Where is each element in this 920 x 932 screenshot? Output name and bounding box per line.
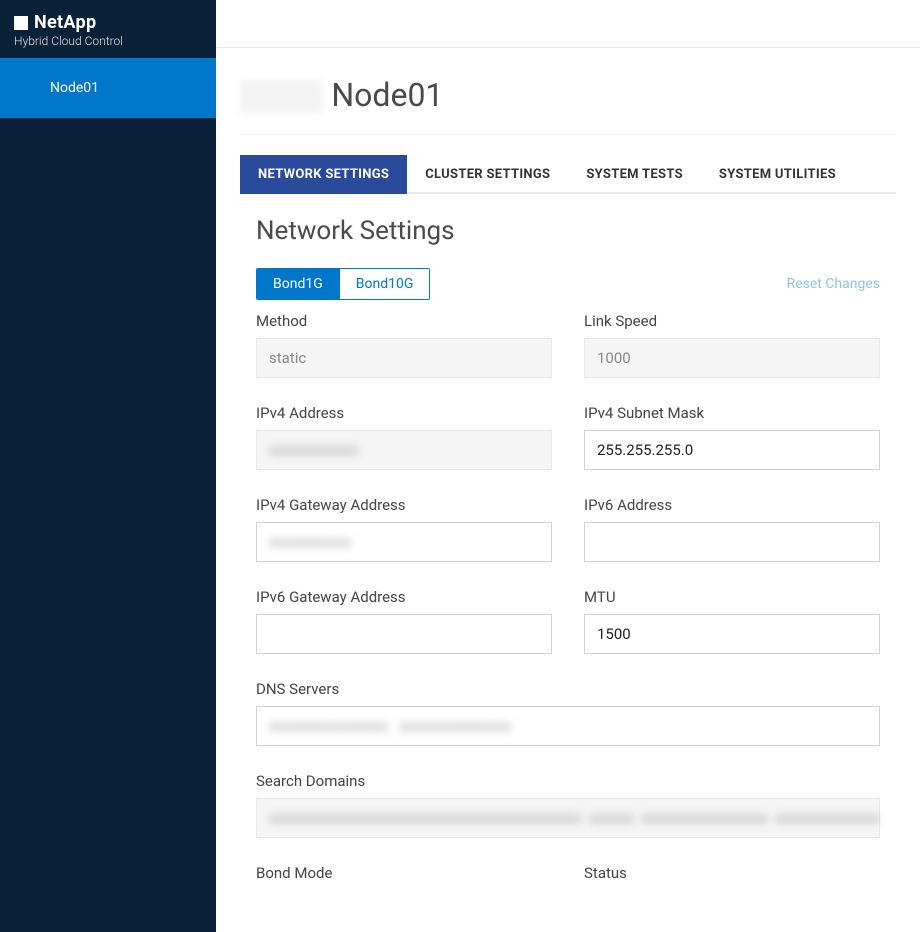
method-value: static <box>256 338 552 378</box>
field-search-domains: Search Domains xxxxxxxxxxxxxxxxxxxxxxxxx… <box>256 772 880 838</box>
page-title: Node01 <box>331 76 443 114</box>
main-content: xxxxxx Node01 NETWORK SETTINGS CLUSTER S… <box>216 0 920 932</box>
method-label: Method <box>256 312 552 330</box>
section-title: Network Settings <box>256 216 896 246</box>
reset-changes-link[interactable]: Reset Changes <box>787 276 880 292</box>
link-speed-label: Link Speed <box>584 312 880 330</box>
ipv4-subnet-label: IPv4 Subnet Mask <box>584 404 880 422</box>
field-method: Method static <box>256 312 552 378</box>
field-mtu: MTU <box>584 588 880 654</box>
ipv4-subnet-input[interactable] <box>584 430 880 470</box>
search-domains-input: xxxxxxxxxxxxxxxxxxxxxxxxxxxxxxxxxxxxxxxx… <box>256 798 880 838</box>
ipv6-gateway-label: IPv6 Gateway Address <box>256 588 552 606</box>
mtu-input[interactable] <box>584 614 880 654</box>
page-title-row: xxxxxx Node01 <box>240 76 896 135</box>
field-status: Status <box>584 864 880 890</box>
form-grid: Method static Link Speed 1000 IPv4 Addre… <box>256 312 880 890</box>
sidebar-item-label: Node01 <box>50 80 99 96</box>
mtu-label: MTU <box>584 588 880 606</box>
dns-input[interactable]: xxxxxxxxxxxxxxxx xxxxxxxxxxxxxxx <box>256 706 880 746</box>
ipv4-address-label: IPv4 Address <box>256 404 552 422</box>
tab-network-settings[interactable]: NETWORK SETTINGS <box>240 155 407 194</box>
ipv6-address-label: IPv6 Address <box>584 496 880 514</box>
field-ipv4-address: IPv4 Address xxxxxxxxxxxx <box>256 404 552 470</box>
status-label: Status <box>584 864 880 882</box>
ipv6-gateway-input[interactable] <box>256 614 552 654</box>
field-dns: DNS Servers xxxxxxxxxxxxxxxx xxxxxxxxxxx… <box>256 680 880 746</box>
brand-name: NetApp <box>34 12 96 33</box>
dns-label: DNS Servers <box>256 680 880 698</box>
field-ipv6-gateway: IPv6 Gateway Address <box>256 588 552 654</box>
subtabs-group: Bond1G Bond10G <box>256 268 430 300</box>
sidebar: NetApp Hybrid Cloud Control Node01 <box>0 0 216 932</box>
field-bond-mode: Bond Mode <box>256 864 552 890</box>
ipv4-gateway-label: IPv4 Gateway Address <box>256 496 552 514</box>
tab-system-tests[interactable]: SYSTEM TESTS <box>568 155 701 194</box>
ipv4-address-input: xxxxxxxxxxxx <box>256 430 552 470</box>
tab-cluster-settings[interactable]: CLUSTER SETTINGS <box>407 155 568 194</box>
bond-mode-label: Bond Mode <box>256 864 552 882</box>
tabs: NETWORK SETTINGS CLUSTER SETTINGS SYSTEM… <box>240 155 896 194</box>
sidebar-item-node[interactable]: Node01 <box>0 58 216 118</box>
field-link-speed: Link Speed 1000 <box>584 312 880 378</box>
page-title-prefix-redacted: xxxxxx <box>240 80 323 113</box>
field-ipv6-address: IPv6 Address <box>584 496 880 562</box>
netapp-logo-icon <box>14 16 28 30</box>
top-strip <box>216 0 920 48</box>
tab-system-utilities[interactable]: SYSTEM UTILITIES <box>701 155 854 194</box>
brand-subtitle: Hybrid Cloud Control <box>14 34 202 48</box>
subtab-bond10g[interactable]: Bond10G <box>339 269 430 299</box>
ipv4-gateway-input[interactable]: xxxxxxxxxxx <box>256 522 552 562</box>
link-speed-value: 1000 <box>584 338 880 378</box>
field-ipv4-gateway: IPv4 Gateway Address xxxxxxxxxxx <box>256 496 552 562</box>
field-ipv4-subnet: IPv4 Subnet Mask <box>584 404 880 470</box>
search-domains-label: Search Domains <box>256 772 880 790</box>
subtab-bond1g[interactable]: Bond1G <box>257 269 339 299</box>
brand-block: NetApp Hybrid Cloud Control <box>0 0 216 58</box>
ipv6-address-input[interactable] <box>584 522 880 562</box>
